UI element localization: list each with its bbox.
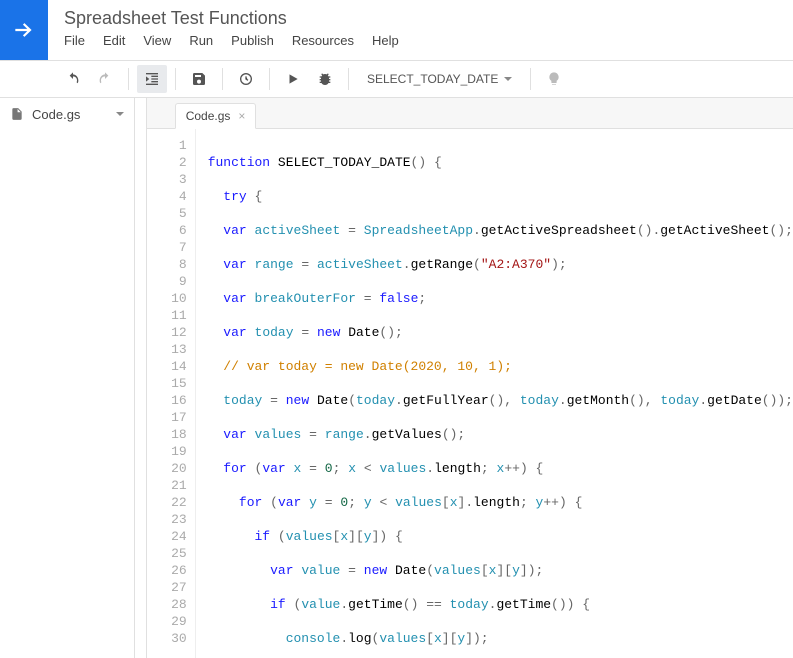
app-header: Spreadsheet Test Functions File Edit Vie…	[0, 0, 793, 61]
editor-tabbar: Code.gs ×	[147, 98, 793, 129]
apps-script-logo[interactable]	[0, 0, 48, 60]
sidebar-file-item[interactable]: Code.gs	[0, 98, 134, 130]
run-button[interactable]	[278, 65, 308, 93]
document-title[interactable]: Spreadsheet Test Functions	[64, 8, 399, 29]
play-icon	[286, 72, 300, 86]
file-sidebar: Code.gs	[0, 98, 135, 658]
help-lightbulb-button[interactable]	[539, 65, 569, 93]
editor-tab[interactable]: Code.gs ×	[175, 103, 257, 129]
indent-button[interactable]	[137, 65, 167, 93]
menu-edit[interactable]: Edit	[103, 33, 125, 48]
arrow-right-icon	[11, 17, 37, 43]
caret-down-icon[interactable]	[116, 112, 124, 116]
toolbar: SELECT_TODAY_DATE	[0, 61, 793, 98]
function-selector-label: SELECT_TODAY_DATE	[367, 72, 498, 86]
debug-button[interactable]	[310, 65, 340, 93]
close-icon[interactable]: ×	[238, 110, 245, 122]
indent-icon	[144, 71, 160, 87]
tab-label: Code.gs	[186, 109, 231, 123]
menu-run[interactable]: Run	[189, 33, 213, 48]
sidebar-file-label: Code.gs	[32, 107, 80, 122]
save-icon	[191, 71, 207, 87]
menu-view[interactable]: View	[143, 33, 171, 48]
lightbulb-icon	[546, 71, 562, 87]
function-selector[interactable]: SELECT_TODAY_DATE	[357, 66, 522, 92]
menu-resources[interactable]: Resources	[292, 33, 354, 48]
undo-icon	[65, 71, 81, 87]
code-editor[interactable]: 1234567891011121314151617181920212223242…	[147, 129, 793, 658]
undo-button[interactable]	[58, 65, 88, 93]
menu-file[interactable]: File	[64, 33, 85, 48]
clock-icon	[238, 71, 254, 87]
redo-button[interactable]	[90, 65, 120, 93]
save-button[interactable]	[184, 65, 214, 93]
line-gutter: 1234567891011121314151617181920212223242…	[147, 129, 196, 658]
redo-icon	[97, 71, 113, 87]
bug-icon	[317, 71, 333, 87]
chevron-down-icon	[504, 77, 512, 81]
code-content[interactable]: function SELECT_TODAY_DATE() { try { var…	[196, 129, 793, 658]
menu-help[interactable]: Help	[372, 33, 399, 48]
split-gutter[interactable]	[135, 98, 147, 658]
file-icon	[10, 106, 24, 122]
menu-publish[interactable]: Publish	[231, 33, 274, 48]
triggers-button[interactable]	[231, 65, 261, 93]
menubar: File Edit View Run Publish Resources Hel…	[64, 33, 399, 48]
